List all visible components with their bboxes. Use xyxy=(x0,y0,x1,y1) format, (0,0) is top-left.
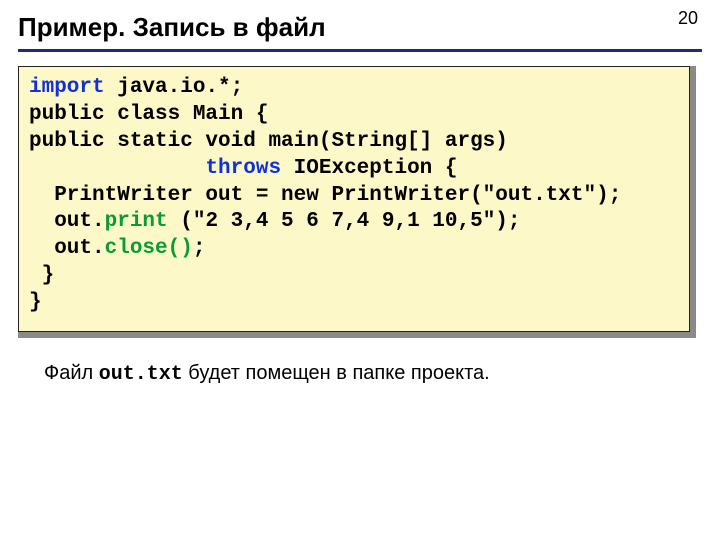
code-line: PrintWriter out = new PrintWriter("out.t… xyxy=(29,184,621,207)
slide-title: Пример. Запись в файл xyxy=(18,12,702,52)
code-block: import java.io.*; public class Main { pu… xyxy=(18,66,690,332)
page-number: 20 xyxy=(678,8,698,29)
code-text: out. xyxy=(29,210,105,233)
code-shadow: import java.io.*; public class Main { pu… xyxy=(18,66,696,338)
slide: 20 Пример. Запись в файл import java.io.… xyxy=(0,0,720,540)
code-line: } xyxy=(29,264,54,287)
note-text-post: будет помещен в папке проекта. xyxy=(183,362,490,384)
note-text-pre: Файл xyxy=(44,362,99,384)
code-indent xyxy=(29,157,205,180)
code-text: ; xyxy=(193,237,206,260)
code-line: public class Main { xyxy=(29,103,268,126)
footer-note: Файл out.txt будет помещен в папке проек… xyxy=(44,362,702,386)
method-print: print xyxy=(105,210,168,233)
code-text: IOException { xyxy=(281,157,457,180)
method-close: close() xyxy=(105,237,193,260)
keyword-throws: throws xyxy=(205,157,281,180)
code-line: public static void main(String[] args) xyxy=(29,130,508,153)
note-filename: out.txt xyxy=(99,363,183,386)
keyword-import: import xyxy=(29,76,105,99)
code-text: out. xyxy=(29,237,105,260)
code-text: ("2 3,4 5 6 7,4 9,1 10,5"); xyxy=(168,210,521,233)
code-line: } xyxy=(29,291,42,314)
code-text: java.io.*; xyxy=(105,76,244,99)
